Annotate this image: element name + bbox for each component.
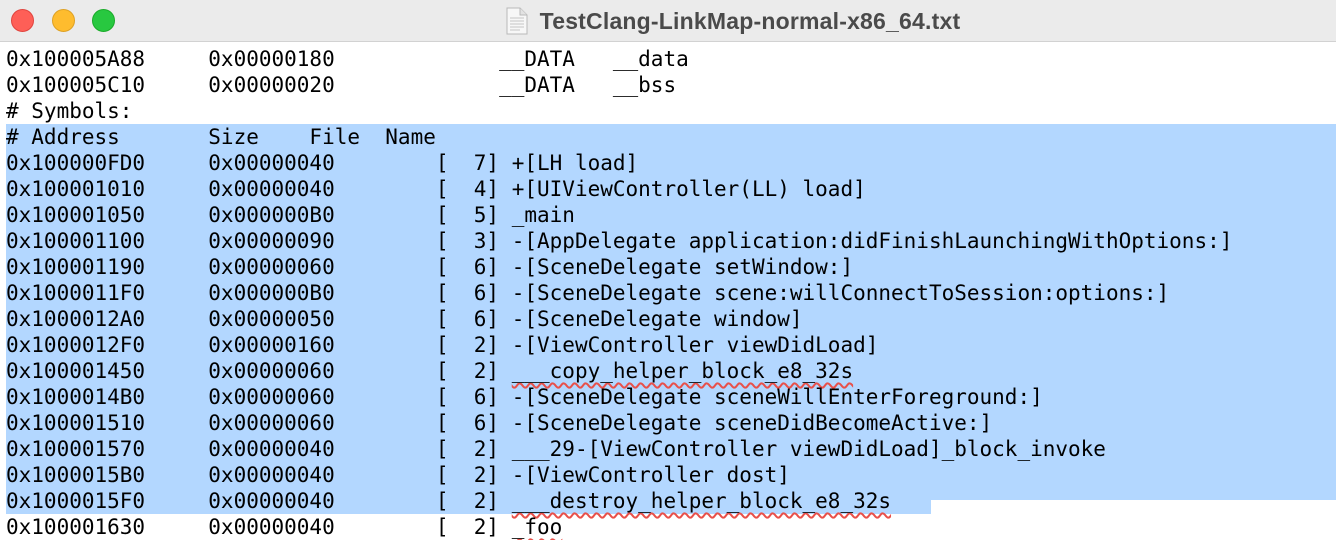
text-line[interactable]: # Symbols: xyxy=(0,98,1336,124)
window-title-group: TestClang-LinkMap-normal-x86_64.txt xyxy=(0,0,1336,42)
line-text: 0x100001190 0x00000060 [ 6] -[SceneDeleg… xyxy=(6,255,854,279)
text-document-icon[interactable] xyxy=(506,7,528,35)
line-text: 0x100001010 0x00000040 [ 4] +[UIViewCont… xyxy=(6,177,866,201)
line-text: 0x1000011F0 0x000000B0 [ 6] -[SceneDeleg… xyxy=(6,281,1170,305)
selected-text-line[interactable]: 0x100001100 0x00000090 [ 3] -[AppDelegat… xyxy=(0,228,1336,254)
line-text: # Symbols: xyxy=(6,99,133,123)
text-editor-window: TestClang-LinkMap-normal-x86_64.txt 0x10… xyxy=(0,0,1336,540)
window-title: TestClang-LinkMap-normal-x86_64.txt xyxy=(539,7,961,34)
line-text: 0x100001100 0x00000090 [ 3] -[AppDelegat… xyxy=(6,229,1233,253)
line-text: # Address Size File Name xyxy=(6,125,436,149)
selected-text-line[interactable]: 0x100001570 0x00000040 [ 2] ___29-[ViewC… xyxy=(0,436,1336,462)
selected-text-line[interactable]: 0x100001190 0x00000060 [ 6] -[SceneDeleg… xyxy=(0,254,1336,280)
selected-text-line[interactable]: 0x100001510 0x00000060 [ 6] -[SceneDeleg… xyxy=(0,410,1336,436)
selected-text-line[interactable]: 0x100001050 0x000000B0 [ 5] _main xyxy=(0,202,1336,228)
selected-text-line[interactable]: 0x100001450 0x00000060 [ 2] ___copy_help… xyxy=(0,358,1336,384)
line-text: 0x100001570 0x00000040 [ 2] ___29-[ViewC… xyxy=(6,437,1106,461)
selected-text-line[interactable]: 0x100000FD0 0x00000040 [ 7] +[LH load] xyxy=(0,150,1336,176)
selected-text-line[interactable]: # Address Size File Name xyxy=(0,124,1336,150)
misspelled-word: ___copy_helper_block_e8_32s xyxy=(511,359,854,383)
line-text: 0x100001630 0x00000040 [ 2] _foo xyxy=(6,515,563,539)
line-text: 0x1000015B0 0x00000040 [ 2] -[ViewContro… xyxy=(6,463,790,487)
text-line[interactable]: 0x100005A88 0x00000180 __DATA __data xyxy=(0,46,1336,72)
text-line[interactable]: 0x100005C10 0x00000020 __DATA __bss xyxy=(0,72,1336,98)
line-text: 0x100005C10 0x00000020 __DATA __bss xyxy=(6,73,677,97)
line-text: 0x1000015F0 0x00000040 [ 2] ___destroy_h… xyxy=(6,489,892,513)
text-content-area[interactable]: 0x100005A88 0x00000180 __DATA __data 0x1… xyxy=(0,46,1336,540)
line-text: 0x100001510 0x00000060 [ 6] -[SceneDeleg… xyxy=(6,411,993,435)
text-line[interactable]: 0x100001630 0x00000040 [ 2] _foo xyxy=(0,514,1336,540)
title-bar[interactable]: TestClang-LinkMap-normal-x86_64.txt xyxy=(0,0,1336,42)
line-text: 0x100000FD0 0x00000040 [ 7] +[LH load] xyxy=(6,151,639,175)
line-text: 0x1000012A0 0x00000050 [ 6] -[SceneDeleg… xyxy=(6,307,803,331)
selected-text-line[interactable]: 0x1000011F0 0x000000B0 [ 6] -[SceneDeleg… xyxy=(0,280,1336,306)
line-text: 0x1000014B0 0x00000060 [ 6] -[SceneDeleg… xyxy=(6,385,1043,409)
line-text: 0x1000012F0 0x00000160 [ 2] -[ViewContro… xyxy=(6,333,879,357)
misspelled-word: ___destroy_helper_block_e8_32s xyxy=(511,489,892,513)
selected-text-line[interactable]: 0x1000015B0 0x00000040 [ 2] -[ViewContro… xyxy=(0,462,1336,488)
line-text: 0x100005A88 0x00000180 __DATA __data xyxy=(6,47,689,71)
selected-text-line[interactable]: 0x1000015F0 0x00000040 [ 2] ___destroy_h… xyxy=(0,488,1336,514)
selected-text-line[interactable]: 0x1000012F0 0x00000160 [ 2] -[ViewContro… xyxy=(0,332,1336,358)
selected-text-line[interactable]: 0x100001010 0x00000040 [ 4] +[UIViewCont… xyxy=(0,176,1336,202)
line-text: 0x100001450 0x00000060 [ 2] ___copy_help… xyxy=(6,359,854,383)
line-text: 0x100001050 0x000000B0 [ 5] _main xyxy=(6,203,575,227)
selected-text-line[interactable]: 0x1000014B0 0x00000060 [ 6] -[SceneDeleg… xyxy=(0,384,1336,410)
selected-text-line[interactable]: 0x1000012A0 0x00000050 [ 6] -[SceneDeleg… xyxy=(0,306,1336,332)
misspelled-word: _foo xyxy=(511,515,563,539)
